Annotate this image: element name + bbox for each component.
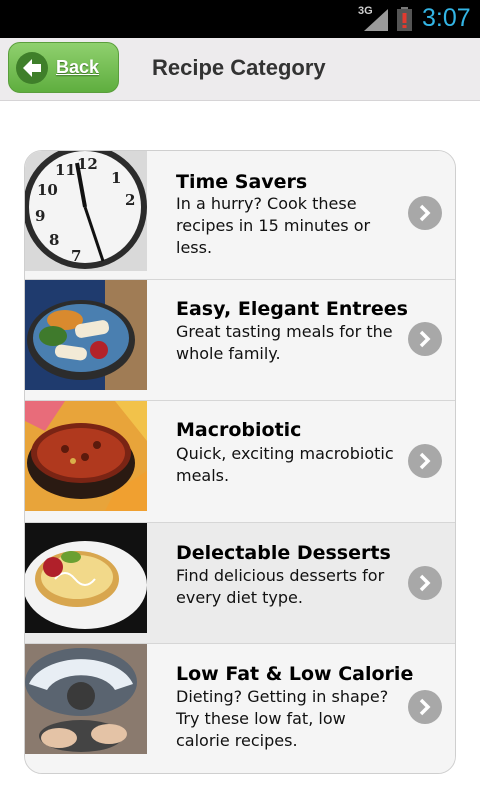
- category-description: Find delicious desserts for every diet t…: [176, 566, 385, 607]
- tart-dessert-image: [25, 523, 147, 633]
- back-button-label: Back: [56, 57, 100, 77]
- category-title: Macrobiotic: [176, 419, 302, 441]
- svg-text:7: 7: [71, 247, 81, 265]
- signal-icon: [364, 9, 388, 31]
- category-title: Delectable Desserts: [176, 542, 391, 564]
- category-list: 12 11 10 9 8 7 1 2 Time Savers In a hurr…: [24, 150, 456, 774]
- chevron-right-icon: [408, 566, 442, 600]
- category-title: Low Fat & Low Calorie: [176, 663, 414, 685]
- svg-text:10: 10: [37, 181, 58, 199]
- chevron-right-icon: [408, 690, 442, 724]
- page-title: Recipe Category: [152, 55, 326, 80]
- category-description: Dieting? Getting in shape? Try these low…: [176, 687, 389, 750]
- svg-text:11: 11: [55, 161, 76, 179]
- category-item-low-fat-low-calorie[interactable]: Low Fat & Low Calorie Dieting? Getting i…: [25, 644, 455, 773]
- svg-text:8: 8: [49, 231, 59, 249]
- category-title: Time Savers: [176, 171, 308, 193]
- chevron-right-icon: [408, 196, 442, 230]
- chevron-right-icon: [408, 444, 442, 478]
- entree-plate-image: [25, 280, 147, 390]
- clock: 3:07: [422, 4, 471, 32]
- clock-image: 12 11 10 9 8 7 1 2: [25, 151, 147, 271]
- category-item-easy-elegant-entrees[interactable]: Easy, Elegant Entrees Great tasting meal…: [25, 280, 455, 401]
- svg-text:9: 9: [35, 207, 45, 225]
- back-arrow-icon: [16, 52, 48, 84]
- status-bar: 3G 3:07: [0, 0, 480, 38]
- back-button[interactable]: Back: [8, 42, 119, 93]
- app-header: Back Recipe Category: [0, 38, 480, 101]
- category-description: Great tasting meals for the whole family…: [176, 322, 393, 363]
- chili-bowl-image: [25, 401, 147, 511]
- svg-text:2: 2: [125, 191, 135, 209]
- category-item-macrobiotic[interactable]: Macrobiotic Quick, exciting macrobiotic …: [25, 401, 455, 523]
- category-item-time-savers[interactable]: 12 11 10 9 8 7 1 2 Time Savers In a hurr…: [25, 151, 455, 280]
- category-title: Easy, Elegant Entrees: [176, 298, 408, 320]
- category-item-delectable-desserts[interactable]: Delectable Desserts Find delicious desse…: [25, 523, 455, 644]
- category-description: Quick, exciting macrobiotic meals.: [176, 444, 394, 485]
- scale-image: [25, 644, 147, 754]
- battery-alert-icon: [397, 7, 412, 31]
- chevron-right-icon: [408, 322, 442, 356]
- category-description: In a hurry? Cook these recipes in 15 min…: [176, 194, 371, 257]
- svg-text:1: 1: [111, 169, 121, 187]
